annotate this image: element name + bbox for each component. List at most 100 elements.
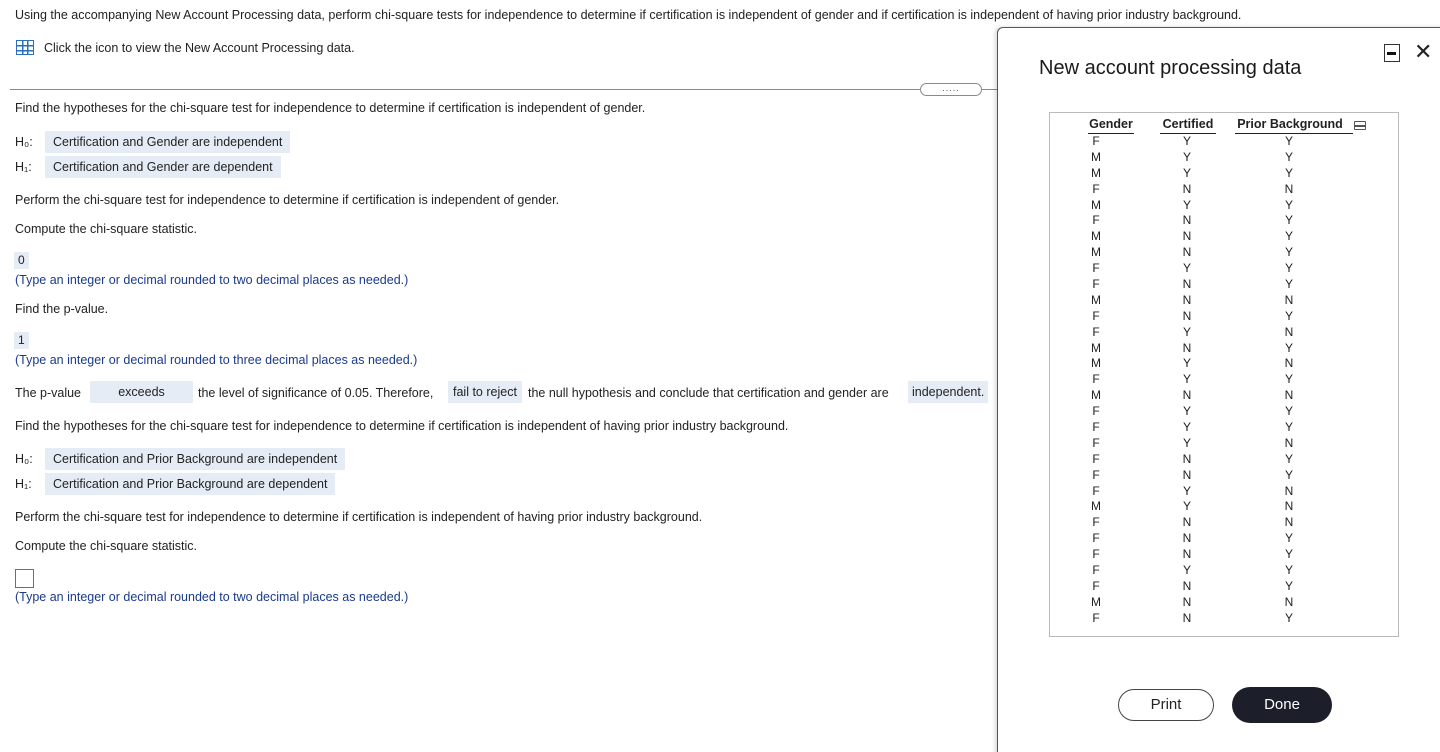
pvalue-prompt: Find the p-value.: [15, 302, 109, 316]
cell-certified: N: [1182, 531, 1192, 546]
close-icon[interactable]: ✕: [1414, 40, 1432, 64]
cell-certified: N: [1182, 388, 1192, 403]
table-icon[interactable]: [16, 40, 34, 55]
minimize-icon[interactable]: [1384, 44, 1400, 62]
cell-certified: Y: [1182, 324, 1191, 339]
copy-icon[interactable]: [1353, 121, 1366, 130]
cell-certified: Y: [1182, 149, 1191, 164]
column-gender: FMMFMFMMFFMFFMMFMFFFFFFMFFFFFMF: [1086, 134, 1106, 627]
cell-certified: N: [1182, 181, 1192, 196]
cell-gender: F: [1092, 324, 1100, 339]
cell-gender: F: [1092, 404, 1100, 419]
cell-gender: F: [1092, 213, 1100, 228]
cell-gender: F: [1092, 483, 1100, 498]
print-button[interactable]: Print: [1118, 689, 1214, 721]
cell-gender: F: [1092, 308, 1100, 323]
h0-label-2: H₀:: [15, 452, 33, 466]
cell-prior: Y: [1284, 467, 1293, 482]
cell-gender: F: [1092, 420, 1100, 435]
h1-answer-2[interactable]: Certification and Prior Background are d…: [45, 473, 336, 495]
conclusion-pre: The p-value: [15, 386, 82, 400]
conclusion-choice-result[interactable]: independent.: [908, 381, 989, 403]
cell-gender: F: [1092, 261, 1100, 276]
h0-answer-2[interactable]: Certification and Prior Background are i…: [45, 448, 346, 470]
cell-certified: Y: [1182, 404, 1191, 419]
header-certified: Certified: [1162, 117, 1214, 131]
expand-more-button[interactable]: .....: [920, 83, 982, 96]
cell-gender: F: [1092, 547, 1100, 562]
cell-certified: N: [1182, 229, 1192, 244]
cell-certified: Y: [1182, 372, 1191, 387]
cell-certified: N: [1182, 277, 1192, 292]
cell-certified: N: [1182, 467, 1192, 482]
cell-certified: N: [1182, 451, 1192, 466]
divider: [10, 89, 998, 90]
header-gender: Gender: [1089, 117, 1133, 131]
data-link[interactable]: Click the icon to view the New Account P…: [44, 41, 355, 55]
cell-certified: Y: [1182, 134, 1191, 148]
header-prior-background: Prior Background: [1237, 117, 1343, 131]
cell-certified: N: [1182, 245, 1192, 260]
column-certified: YYYNYNNNYNNNYNYYNYYYNNYYNNNYNNN: [1177, 134, 1197, 627]
cell-gender: M: [1091, 388, 1101, 403]
cell-gender: F: [1092, 610, 1100, 625]
chi-square-value[interactable]: 0: [14, 252, 29, 269]
h1-label-2: H₁:: [15, 477, 32, 491]
cell-prior: Y: [1284, 340, 1293, 355]
popup-title: New account processing data: [1039, 57, 1302, 79]
cell-gender: F: [1092, 134, 1100, 148]
cell-gender: M: [1091, 149, 1101, 164]
part1-compute: Compute the chi-square statistic.: [15, 222, 198, 236]
cell-gender: F: [1092, 277, 1100, 292]
cell-prior: N: [1284, 181, 1294, 196]
cell-gender: M: [1091, 165, 1101, 180]
pvalue-value[interactable]: 1: [14, 332, 29, 349]
conclusion-choice-decision[interactable]: fail to reject: [448, 381, 522, 403]
part2-perform: Perform the chi-square test for independ…: [15, 510, 703, 524]
cell-prior: Y: [1284, 531, 1293, 546]
cell-gender: M: [1091, 197, 1101, 212]
cell-prior: Y: [1284, 261, 1293, 276]
cell-prior: N: [1284, 292, 1294, 307]
cell-prior: N: [1284, 499, 1294, 514]
conclusion-mid: the level of significance of 0.05. There…: [198, 386, 434, 400]
cell-certified: Y: [1182, 261, 1191, 276]
column-prior-background: YYYNYYYYYYNYNYNYNYYNYYNNNYYYYNY: [1279, 134, 1299, 627]
h1-answer[interactable]: Certification and Gender are dependent: [45, 156, 281, 178]
cell-prior: Y: [1284, 547, 1293, 562]
cell-certified: N: [1182, 515, 1192, 530]
cell-certified: N: [1182, 308, 1192, 323]
cell-gender: F: [1092, 515, 1100, 530]
cell-certified: Y: [1182, 563, 1191, 578]
cell-prior: Y: [1284, 404, 1293, 419]
cell-certified: Y: [1182, 356, 1191, 371]
cell-certified: Y: [1182, 420, 1191, 435]
cell-certified: Y: [1182, 499, 1191, 514]
cell-gender: M: [1091, 229, 1101, 244]
cell-gender: F: [1092, 563, 1100, 578]
cell-certified: Y: [1182, 435, 1191, 450]
question-intro: Using the accompanying New Account Proce…: [15, 8, 1242, 22]
cell-gender: F: [1092, 467, 1100, 482]
conclusion-choice-exceeds[interactable]: exceeds: [90, 381, 193, 403]
chi-square-input-2[interactable]: [15, 569, 34, 588]
cell-prior: Y: [1284, 372, 1293, 387]
cell-prior: Y: [1284, 308, 1293, 323]
cell-prior: Y: [1284, 149, 1293, 164]
cell-gender: F: [1092, 372, 1100, 387]
cell-gender: M: [1091, 245, 1101, 260]
part2-prompt: Find the hypotheses for the chi-square t…: [15, 419, 789, 433]
chi-hint: (Type an integer or decimal rounded to t…: [15, 273, 409, 287]
cell-certified: Y: [1182, 165, 1191, 180]
cell-gender: M: [1091, 594, 1101, 609]
cell-gender: F: [1092, 435, 1100, 450]
h0-answer[interactable]: Certification and Gender are independent: [45, 131, 291, 153]
cell-prior: N: [1284, 356, 1294, 371]
cell-prior: N: [1284, 324, 1294, 339]
done-button[interactable]: Done: [1232, 687, 1332, 723]
cell-prior: Y: [1284, 277, 1293, 292]
cell-gender: F: [1092, 578, 1100, 593]
cell-certified: N: [1182, 213, 1192, 228]
cell-prior: Y: [1284, 563, 1293, 578]
cell-certified: N: [1182, 610, 1192, 625]
